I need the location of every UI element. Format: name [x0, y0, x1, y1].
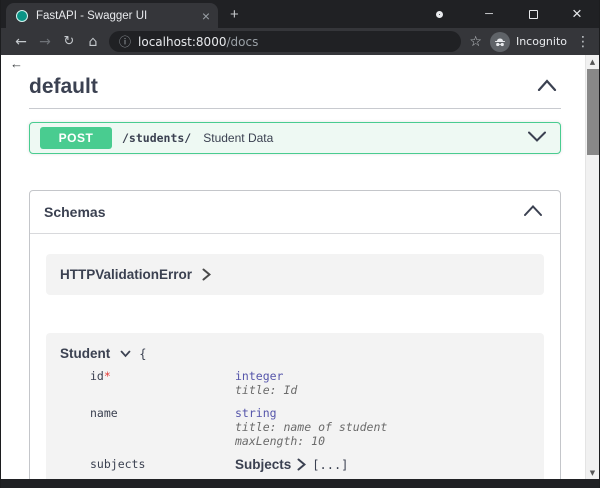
window-controls: ─ ×: [436, 0, 599, 28]
menu-icon[interactable]: ⋮: [575, 34, 591, 50]
scroll-up-icon[interactable]: ▲: [586, 55, 599, 68]
schemas-title: Schemas: [44, 204, 105, 220]
subjects-ref-toggle[interactable]: Subjects [...]: [235, 457, 348, 472]
method-badge: POST: [40, 127, 112, 149]
collapse-chevron-icon[interactable]: [524, 203, 542, 221]
page-content: default POST /students/ Student Data Sch…: [1, 55, 585, 479]
swagger-page: ← default POST /students/ Student Data: [1, 55, 599, 479]
site-info-icon[interactable]: ⓘ: [119, 33, 131, 50]
chevron-down-icon[interactable]: [120, 350, 131, 358]
extension-icon[interactable]: [436, 11, 443, 18]
property-name: subjects: [90, 457, 235, 472]
property-meta: title: Id: [235, 383, 297, 397]
minimize-button[interactable]: ─: [467, 0, 511, 28]
section-default-header[interactable]: default: [29, 75, 561, 109]
reload-icon[interactable]: ↻: [57, 34, 81, 49]
model-name: HTTPValidationError: [60, 267, 192, 282]
property-type: string: [235, 406, 387, 420]
back-icon[interactable]: ←: [9, 34, 33, 50]
address-bar[interactable]: ⓘ localhost:8000 /docs: [109, 31, 461, 52]
home-icon[interactable]: ⌂: [81, 34, 105, 50]
property-name: id*: [90, 369, 235, 397]
property-row-name: name string title: name of student maxLe…: [90, 406, 530, 448]
incognito-label: Incognito: [516, 35, 567, 48]
scroll-thumb[interactable]: [587, 69, 599, 155]
url-host: localhost:8000: [138, 35, 226, 49]
expand-chevron-icon[interactable]: [528, 129, 546, 147]
maximize-icon: [529, 10, 538, 19]
schemas-header[interactable]: Schemas: [30, 191, 560, 234]
browser-window: FastAPI - Swagger UI × + ─ × ← → ↻ ⌂ ⓘ l…: [0, 0, 600, 488]
property-meta: maxLength: 10: [235, 434, 387, 448]
endpoint-path: /students/: [122, 131, 191, 145]
bookmark-star-icon[interactable]: ☆: [469, 34, 482, 50]
section-default-title: default: [29, 75, 98, 99]
incognito-badge: Incognito: [490, 32, 567, 52]
incognito-icon: [490, 32, 510, 52]
expand-arrow-icon[interactable]: [297, 458, 306, 471]
opblock-post-students[interactable]: POST /students/ Student Data: [29, 122, 561, 154]
tab-close-icon[interactable]: ×: [202, 8, 210, 24]
ref-model-name: Subjects: [235, 457, 291, 472]
fastapi-favicon-icon: [16, 10, 28, 22]
tab-title: FastAPI - Swagger UI: [36, 10, 196, 22]
scroll-down-icon[interactable]: ▼: [586, 466, 599, 479]
model-httpvalidationerror[interactable]: HTTPValidationError: [46, 254, 544, 295]
property-row-subjects: subjects Subjects [...]: [90, 457, 530, 472]
url-path: /docs: [226, 35, 258, 49]
open-brace: {: [139, 347, 146, 361]
maximize-button[interactable]: [511, 0, 555, 28]
model-student: Student { id* integer title: [46, 333, 544, 479]
schemas-section: Schemas HTTPValidationError: [29, 190, 561, 479]
required-star: *: [104, 369, 111, 383]
collapse-chevron-icon[interactable]: [537, 78, 557, 96]
property-row-id: id* integer title: Id: [90, 369, 530, 397]
property-list: id* integer title: Id name string: [90, 369, 530, 472]
model-name: Student: [60, 346, 110, 361]
titlebar: FastAPI - Swagger UI × + ─ ×: [1, 0, 599, 28]
expand-arrow-icon[interactable]: [202, 268, 211, 281]
ref-collapsed-indicator: [...]: [312, 458, 348, 472]
browser-toolbar: ← → ↻ ⌂ ⓘ localhost:8000 /docs ☆ Incogni…: [1, 28, 599, 55]
property-meta: title: name of student: [235, 420, 387, 434]
property-name: name: [90, 406, 235, 448]
window-bottom-edge: [1, 479, 599, 488]
forward-icon[interactable]: →: [33, 34, 57, 50]
browser-tab[interactable]: FastAPI - Swagger UI ×: [6, 3, 218, 28]
endpoint-summary: Student Data: [203, 131, 273, 145]
model-student-toggle[interactable]: Student {: [60, 346, 530, 361]
close-button[interactable]: ×: [555, 0, 599, 28]
property-type: integer: [235, 369, 297, 383]
vertical-scrollbar: ▲ ▼: [585, 55, 599, 479]
models-list: HTTPValidationError Student: [30, 234, 560, 479]
new-tab-button[interactable]: +: [230, 6, 239, 23]
